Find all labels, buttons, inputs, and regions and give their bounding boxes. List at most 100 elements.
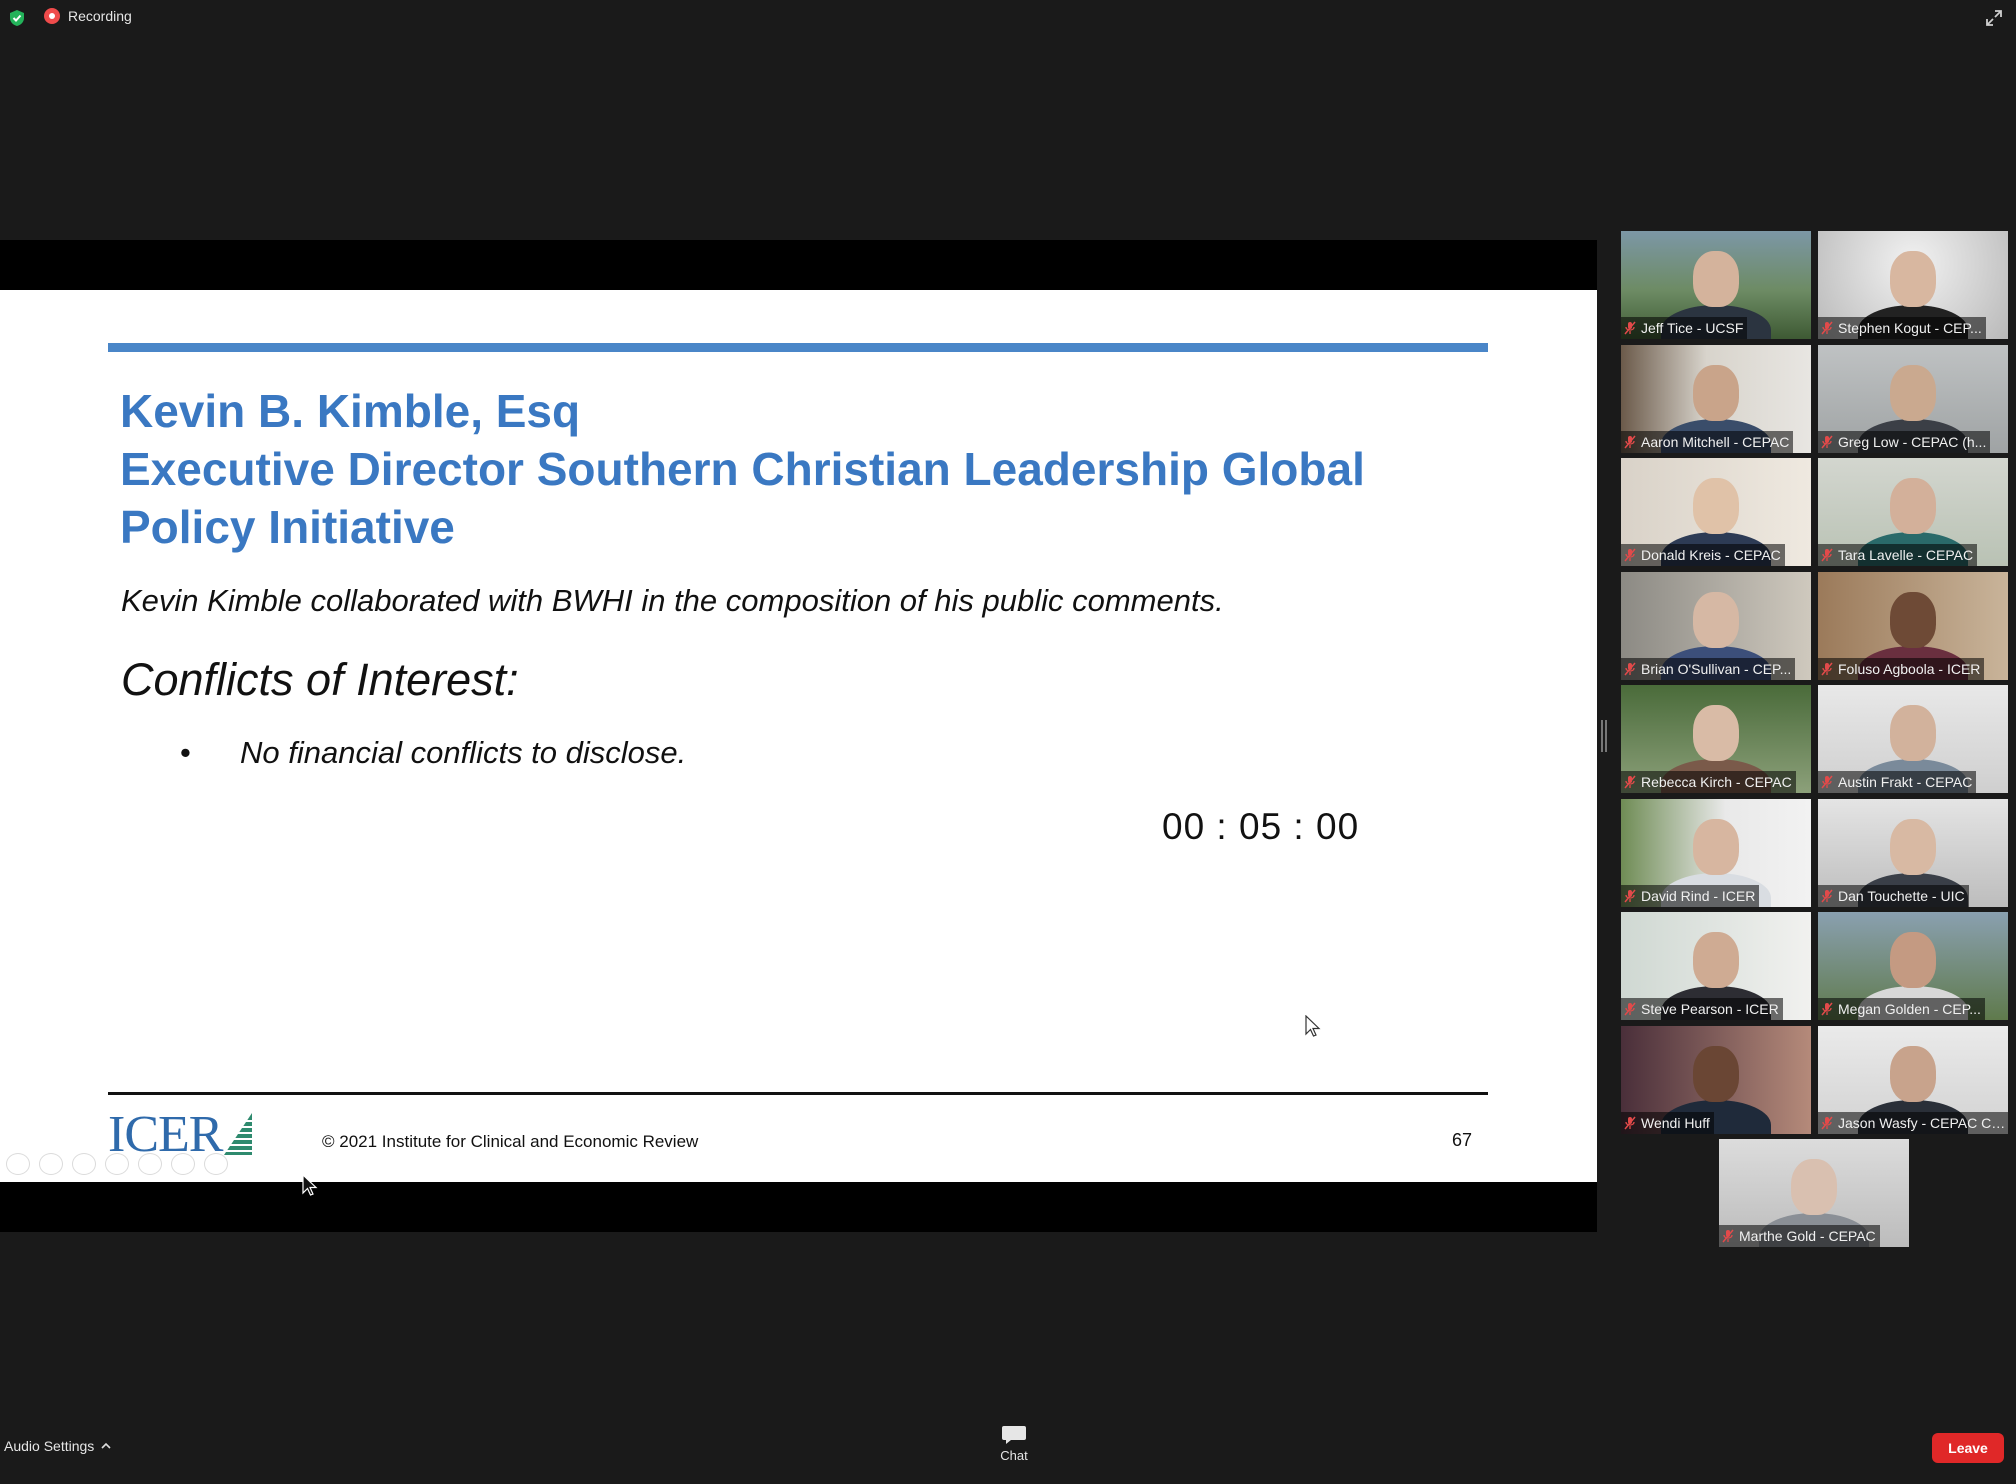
- participant-tile[interactable]: Megan Golden - CEP...: [1818, 912, 2008, 1020]
- participant-name: Jason Wasfy - CEPAC Ch...: [1838, 1115, 2006, 1131]
- annotation-tool-icon[interactable]: [204, 1153, 228, 1175]
- leave-button[interactable]: Leave: [1932, 1433, 2004, 1463]
- bullet-marker: •: [180, 735, 191, 770]
- annotation-tool-icon[interactable]: [138, 1153, 162, 1175]
- participant-tile[interactable]: Brian O'Sullivan - CEP...: [1621, 572, 1811, 680]
- zoom-meeting-window: Recording Kevin B. Kimble, Esq Executive…: [0, 0, 2016, 1484]
- participant-name: Brian O'Sullivan - CEP...: [1641, 661, 1792, 677]
- chat-button[interactable]: Chat: [996, 1424, 1032, 1463]
- participant-name-bar: Steve Pearson - ICER: [1621, 998, 1783, 1020]
- audio-settings-label: Audio Settings: [4, 1438, 95, 1454]
- participant-head: [1890, 478, 1936, 534]
- annotation-tool-icon[interactable]: [72, 1153, 96, 1175]
- audio-settings-button[interactable]: Audio Settings: [4, 1438, 112, 1454]
- mic-muted-icon: [1821, 435, 1833, 449]
- page-number: 67: [1452, 1130, 1473, 1150]
- participant-name: Megan Golden - CEP...: [1838, 1001, 1981, 1017]
- slide-note: Kevin Kimble collaborated with BWHI in t…: [121, 583, 1224, 618]
- mouse-pointer-icon: [302, 1174, 318, 1196]
- participant-head: [1693, 1046, 1739, 1102]
- participant-head: [1791, 1159, 1837, 1215]
- participant-name-bar: Stephen Kogut - CEP...: [1818, 317, 1986, 339]
- participant-name-bar: Rebecca Kirch - CEPAC: [1621, 771, 1796, 793]
- participant-name-bar: Megan Golden - CEP...: [1818, 998, 1985, 1020]
- participant-name-bar: Jason Wasfy - CEPAC Ch...: [1818, 1112, 2008, 1134]
- participant-tile[interactable]: Tara Lavelle - CEPAC: [1818, 458, 2008, 566]
- participant-name-bar: David Rind - ICER: [1621, 885, 1760, 907]
- annotation-tool-icon[interactable]: [6, 1153, 30, 1175]
- mic-muted-icon: [1821, 662, 1833, 676]
- participant-head: [1693, 592, 1739, 648]
- record-icon: [44, 8, 60, 24]
- annotation-tool-icon[interactable]: [171, 1153, 195, 1175]
- shield-check-icon[interactable]: [8, 9, 26, 27]
- mic-muted-icon: [1821, 1002, 1833, 1016]
- mouse-pointer-icon: [1305, 1015, 1321, 1037]
- participant-name: Donald Kreis - CEPAC: [1641, 547, 1781, 563]
- participant-tile[interactable]: Jeff Tice - UCSF: [1621, 231, 1811, 339]
- slide-bottom-rule: [108, 1092, 1488, 1095]
- countdown-timer: 00 : 05 : 00: [1162, 806, 1360, 847]
- mic-muted-icon: [1821, 321, 1833, 335]
- participant-tile[interactable]: David Rind - ICER: [1621, 799, 1811, 907]
- participant-head: [1693, 932, 1739, 988]
- mic-muted-icon: [1722, 1229, 1734, 1243]
- mic-muted-icon: [1624, 548, 1636, 562]
- participant-name: Marthe Gold - CEPAC: [1739, 1228, 1876, 1244]
- participant-head: [1890, 592, 1936, 648]
- annotation-toolbar[interactable]: [6, 1153, 228, 1175]
- participant-name: Foluso Agboola - ICER: [1838, 661, 1981, 677]
- recording-label: Recording: [68, 8, 132, 24]
- participant-head: [1693, 251, 1739, 307]
- mic-muted-icon: [1624, 1116, 1636, 1130]
- mic-muted-icon: [1821, 548, 1833, 562]
- slide-title: Kevin B. Kimble, Esq Executive Director …: [120, 382, 1460, 556]
- chat-icon: [1002, 1426, 1026, 1444]
- slide-top-rule: [108, 343, 1488, 352]
- participant-tile[interactable]: Foluso Agboola - ICER: [1818, 572, 2008, 680]
- participant-tile[interactable]: Greg Low - CEPAC (h...: [1818, 345, 2008, 453]
- recording-indicator[interactable]: Recording: [44, 8, 132, 24]
- participant-tile[interactable]: Jason Wasfy - CEPAC Ch...: [1818, 1026, 2008, 1134]
- participant-name: Stephen Kogut - CEP...: [1838, 320, 1982, 336]
- shared-screen: Kevin B. Kimble, Esq Executive Director …: [0, 240, 1597, 1232]
- mic-muted-icon: [1624, 775, 1636, 789]
- split-view-handle[interactable]: [1601, 720, 1607, 752]
- participant-tile[interactable]: Wendi Huff: [1621, 1026, 1811, 1134]
- participant-name: Jeff Tice - UCSF: [1641, 320, 1744, 336]
- participant-name-bar: Jeff Tice - UCSF: [1621, 317, 1748, 339]
- chevron-up-icon: [101, 1442, 111, 1449]
- slide-title-line: Kevin B. Kimble, Esq: [120, 385, 581, 437]
- participant-name-bar: Donald Kreis - CEPAC: [1621, 544, 1785, 566]
- participant-tile[interactable]: Dan Touchette - UIC: [1818, 799, 2008, 907]
- copyright-text: © 2021 Institute for Clinical and Econom…: [322, 1132, 699, 1151]
- participant-head: [1693, 705, 1739, 761]
- participant-name-bar: Foluso Agboola - ICER: [1818, 658, 1985, 680]
- participant-tile[interactable]: Rebecca Kirch - CEPAC: [1621, 685, 1811, 793]
- participant-head: [1890, 365, 1936, 421]
- participant-tile[interactable]: Marthe Gold - CEPAC: [1719, 1139, 1909, 1247]
- bullet-item: • No financial conflicts to disclose.: [180, 735, 686, 771]
- participant-head: [1890, 705, 1936, 761]
- participant-tile[interactable]: Steve Pearson - ICER: [1621, 912, 1811, 1020]
- expand-icon[interactable]: [1984, 8, 2004, 28]
- logo-mark-icon: [224, 1113, 253, 1155]
- participant-head: [1890, 251, 1936, 307]
- participant-name-bar: Tara Lavelle - CEPAC: [1818, 544, 1978, 566]
- participant-head: [1890, 819, 1936, 875]
- participant-tile[interactable]: Stephen Kogut - CEP...: [1818, 231, 2008, 339]
- mic-muted-icon: [1624, 435, 1636, 449]
- mic-muted-icon: [1624, 1002, 1636, 1016]
- participant-name-bar: Aaron Mitchell - CEPAC: [1621, 431, 1794, 453]
- participant-tile[interactable]: Austin Frakt - CEPAC: [1818, 685, 2008, 793]
- annotation-tool-icon[interactable]: [39, 1153, 63, 1175]
- participant-name: Tara Lavelle - CEPAC: [1838, 547, 1974, 563]
- participant-tile[interactable]: Aaron Mitchell - CEPAC: [1621, 345, 1811, 453]
- mic-muted-icon: [1821, 1116, 1833, 1130]
- participant-tile[interactable]: Donald Kreis - CEPAC: [1621, 458, 1811, 566]
- participant-name: Steve Pearson - ICER: [1641, 1001, 1779, 1017]
- annotation-tool-icon[interactable]: [105, 1153, 129, 1175]
- mic-muted-icon: [1624, 662, 1636, 676]
- participant-name-bar: Dan Touchette - UIC: [1818, 885, 1969, 907]
- participant-name: Greg Low - CEPAC (h...: [1838, 434, 1987, 450]
